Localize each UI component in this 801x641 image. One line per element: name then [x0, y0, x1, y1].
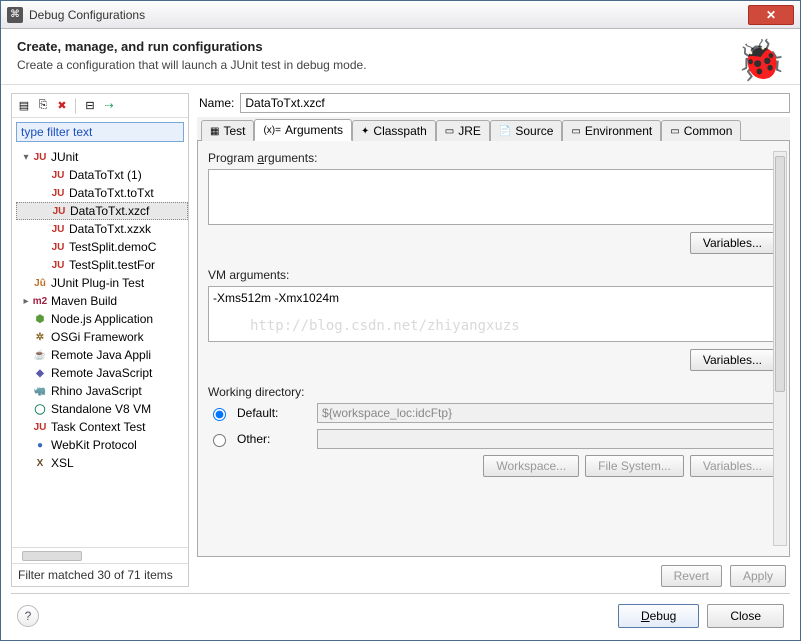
horizontal-scrollbar[interactable]	[12, 547, 188, 563]
tree-node[interactable]: ☕Remote Java Appli	[16, 346, 188, 364]
close-button[interactable]: Close	[707, 604, 784, 628]
filesystem-button[interactable]: File System...	[585, 455, 684, 477]
tree-node[interactable]: JUTask Context Test	[16, 418, 188, 436]
tab-classpath[interactable]: ✦Classpath	[352, 120, 436, 141]
collapse-all-icon[interactable]: ⊟	[82, 98, 98, 114]
tree-node[interactable]: ◯Standalone V8 VM	[16, 400, 188, 418]
workingdir-variables-button[interactable]: Variables...	[690, 455, 775, 477]
tabs-bar: ▦Test(x)=Arguments✦Classpath▭JRE📄Source▭…	[197, 117, 790, 141]
tree-node[interactable]: ▸m2Maven Build	[16, 292, 188, 310]
tree-node[interactable]: JUDataToTxt.xzxk	[16, 220, 188, 238]
revert-button[interactable]: Revert	[661, 565, 722, 587]
tab-environment[interactable]: ▭Environment	[562, 120, 661, 141]
default-dir-label: Default:	[237, 406, 309, 420]
tree-node[interactable]: JUTestSplit.testFor	[16, 256, 188, 274]
other-dir-radio[interactable]	[213, 434, 226, 447]
default-dir-radio[interactable]	[213, 408, 226, 421]
program-args-textarea[interactable]	[208, 169, 775, 225]
dialog-header: Create, manage, and run configurations C…	[1, 29, 800, 85]
default-dir-input	[317, 403, 775, 423]
apply-button[interactable]: Apply	[730, 565, 786, 587]
tab-common[interactable]: ▭Common	[661, 120, 741, 141]
tab-test[interactable]: ▦Test	[201, 120, 254, 141]
window-close-button[interactable]: ✕	[748, 5, 794, 25]
tree-node[interactable]: JûJUnit Plug-in Test	[16, 274, 188, 292]
window-title: Debug Configurations	[29, 8, 748, 22]
configurations-tree-pane: ▤ ⎘ ✖ ⊟ ⇢ type filter text ▾JUJUnitJUDat…	[11, 93, 189, 587]
bug-icon: 🐞	[736, 37, 786, 84]
help-button[interactable]: ?	[17, 605, 39, 627]
name-label: Name:	[197, 96, 234, 110]
other-dir-input	[317, 429, 775, 449]
header-title: Create, manage, and run configurations	[17, 39, 784, 54]
workspace-button[interactable]: Workspace...	[483, 455, 579, 477]
working-dir-label: Working directory:	[208, 385, 775, 399]
tree-toolbar: ▤ ⎘ ✖ ⊟ ⇢	[12, 94, 188, 118]
debug-button[interactable]: Debug	[618, 604, 699, 628]
tree-node[interactable]: 🦏Rhino JavaScript	[16, 382, 188, 400]
filter-icon[interactable]: ⇢	[101, 98, 117, 114]
new-config-icon[interactable]: ▤	[16, 98, 32, 114]
tree-node[interactable]: JUTestSplit.demoC	[16, 238, 188, 256]
name-input[interactable]	[240, 93, 790, 113]
header-subtitle: Create a configuration that will launch …	[17, 58, 784, 72]
config-detail-pane: Name: ▦Test(x)=Arguments✦Classpath▭JRE📄S…	[197, 93, 790, 587]
tree-node[interactable]: XXSL	[16, 454, 188, 472]
dialog-footer: ? Debug Close	[11, 593, 790, 637]
config-tree[interactable]: ▾JUJUnitJUDataToTxt (1)JUDataToTxt.toTxt…	[12, 146, 188, 547]
vertical-scrollbar[interactable]	[773, 151, 787, 546]
tab-source[interactable]: 📄Source	[490, 120, 563, 141]
title-bar: ⌘ Debug Configurations ✕	[1, 1, 800, 29]
program-args-label: Program arguments:	[208, 151, 775, 165]
tree-node[interactable]: ⬢Node.js Application	[16, 310, 188, 328]
other-dir-label: Other:	[237, 432, 309, 446]
tree-node[interactable]: JUDataToTxt.xzcf	[16, 202, 188, 220]
tab-arguments[interactable]: (x)=Arguments	[254, 119, 352, 141]
vm-args-label: VM arguments:	[208, 268, 775, 282]
tree-node[interactable]: JUDataToTxt (1)	[16, 166, 188, 184]
duplicate-config-icon[interactable]: ⎘	[35, 98, 51, 114]
tree-node[interactable]: ◆Remote JavaScript	[16, 364, 188, 382]
filter-status: Filter matched 30 of 71 items	[12, 563, 188, 586]
tree-filter-input[interactable]: type filter text	[16, 122, 184, 142]
tree-node[interactable]: ●WebKit Protocol	[16, 436, 188, 454]
tree-node[interactable]: ✲OSGi Framework	[16, 328, 188, 346]
app-icon: ⌘	[7, 7, 23, 23]
toolbar-separator	[75, 98, 77, 114]
vm-args-variables-button[interactable]: Variables...	[690, 349, 775, 371]
tree-node[interactable]: JUDataToTxt.toTxt	[16, 184, 188, 202]
vm-args-textarea[interactable]: -Xms512m -Xmx1024m	[208, 286, 775, 342]
arguments-tab-body: Program arguments: Variables... VM argum…	[197, 141, 790, 557]
delete-config-icon[interactable]: ✖	[54, 98, 70, 114]
tree-node[interactable]: ▾JUJUnit	[16, 148, 188, 166]
tab-jre[interactable]: ▭JRE	[436, 120, 490, 141]
program-args-variables-button[interactable]: Variables...	[690, 232, 775, 254]
